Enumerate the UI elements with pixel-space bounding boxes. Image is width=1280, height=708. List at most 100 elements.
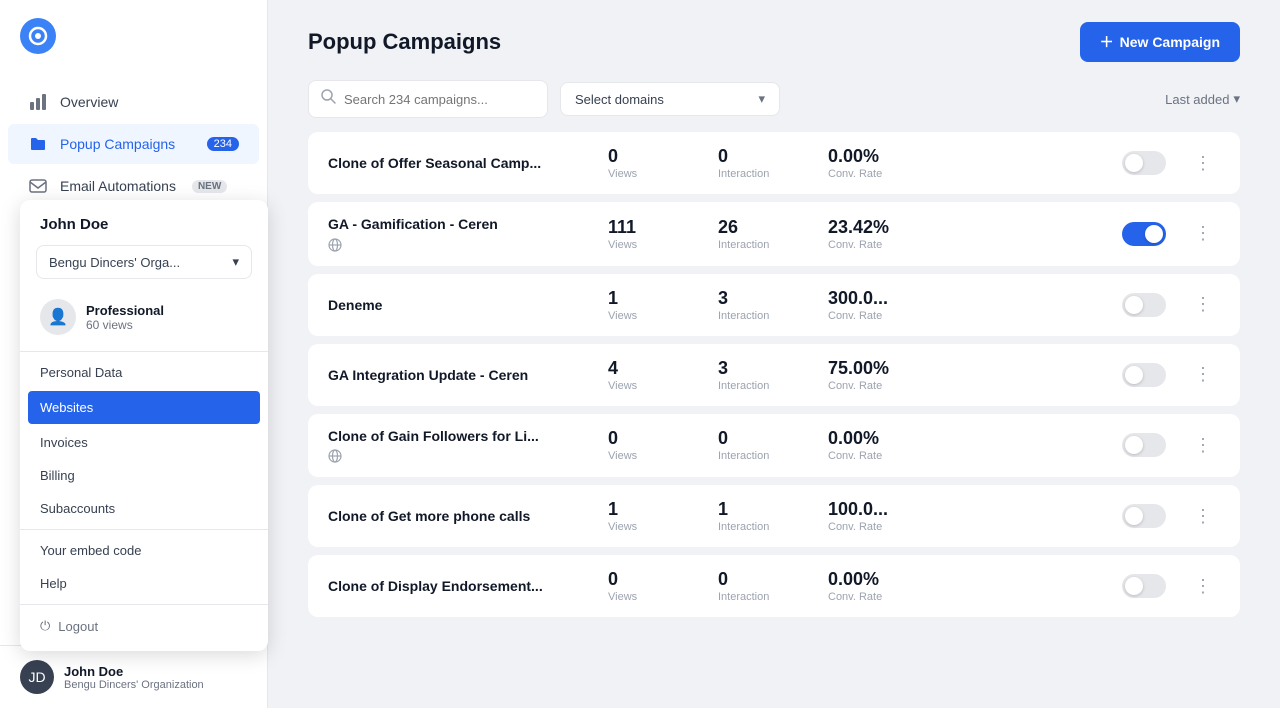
campaign-toggle[interactable] [1122,293,1166,317]
interaction-value: 1 [718,499,808,520]
search-icon [321,89,336,109]
dropdown-item-websites[interactable]: Websites [28,391,260,424]
stat-conv-rate: 75.00% Conv. Rate [828,358,918,392]
conv-rate-label: Conv. Rate [828,310,918,322]
app-logo [20,18,56,54]
stat-views: 0 Views [608,146,698,180]
conv-rate-value: 23.42% [828,217,918,238]
stat-interaction: 1 Interaction [718,499,808,533]
campaign-more-button[interactable]: ⋮ [1186,290,1220,319]
views-value: 1 [608,499,698,520]
dropdown-divider-3 [20,604,268,605]
sidebar-bottom-user[interactable]: JD John Doe Bengu Dincers' Organization [0,645,267,708]
campaign-name: Clone of Offer Seasonal Camp... [328,155,588,171]
dropdown-divider-1 [20,351,268,352]
stat-interaction: 0 Interaction [718,146,808,180]
campaign-name: GA - Gamification - Ceren [328,216,588,232]
views-label: Views [608,239,698,251]
stat-interaction: 3 Interaction [718,288,808,322]
stat-conv-rate: 0.00% Conv. Rate [828,146,918,180]
stat-views: 111 Views [608,217,698,251]
campaign-more-button[interactable]: ⋮ [1186,502,1220,531]
campaign-more-button[interactable]: ⋮ [1186,219,1220,248]
stat-views: 1 Views [608,499,698,533]
campaign-toggle[interactable] [1122,151,1166,175]
sidebar-item-popup-campaigns[interactable]: Popup Campaigns 234 [8,124,259,164]
filters-row: Select domains ▾ Last added ▾ [268,80,1280,132]
dropdown-item-subaccounts[interactable]: Subaccounts [20,492,268,525]
plus-icon: ＋ [1100,32,1114,52]
campaign-info: Clone of Display Endorsement... [328,578,588,594]
campaign-name: GA Integration Update - Ceren [328,367,588,383]
chevron-down-icon: ▾ [758,91,765,107]
popup-campaigns-badge: 234 [207,137,239,151]
stat-conv-rate: 0.00% Conv. Rate [828,569,918,603]
sidebar-nav: Overview Popup Campaigns 234 Email Autom… [0,72,267,216]
interaction-label: Interaction [718,591,808,603]
campaign-more-button[interactable]: ⋮ [1186,360,1220,389]
stat-conv-rate: 300.0... Conv. Rate [828,288,918,322]
toggle-thumb [1125,507,1143,525]
campaign-name: Clone of Display Endorsement... [328,578,588,594]
views-label: Views [608,380,698,392]
campaign-toggle[interactable] [1122,363,1166,387]
folder-icon [28,134,48,154]
conv-rate-value: 100.0... [828,499,918,520]
stat-views: 1 Views [608,288,698,322]
dropdown-item-billing[interactable]: Billing [20,459,268,492]
interaction-label: Interaction [718,168,808,180]
new-campaign-label: New Campaign [1120,34,1220,50]
sort-label-text: Last added [1165,92,1229,107]
plan-views: 60 views [86,318,164,332]
dropdown-divider-2 [20,529,268,530]
page-title: Popup Campaigns [308,29,501,55]
campaign-more-button[interactable]: ⋮ [1186,572,1220,601]
dropdown-item-personal-data[interactable]: Personal Data [20,356,268,389]
new-campaign-button[interactable]: ＋ New Campaign [1080,22,1240,62]
campaign-row: Clone of Gain Followers for Li... 0 View… [308,414,1240,478]
toggle-thumb [1125,296,1143,314]
campaign-toggle[interactable] [1122,574,1166,598]
toggle-thumb [1145,225,1163,243]
sidebar-user-name: John Doe [64,664,204,679]
interaction-value: 0 [718,428,808,449]
dropdown-item-embed-code[interactable]: Your embed code [20,534,268,567]
dropdown-user-name: John Doe [20,216,268,237]
campaign-more-button[interactable]: ⋮ [1186,431,1220,460]
sort-select[interactable]: Last added ▾ [1165,91,1240,107]
campaign-info: GA - Gamification - Ceren [328,216,588,252]
interaction-value: 0 [718,569,808,590]
user-avatar: JD [20,660,54,694]
stat-interaction: 26 Interaction [718,217,808,251]
campaign-row: Clone of Display Endorsement... 0 Views … [308,555,1240,617]
campaign-toggle[interactable] [1122,504,1166,528]
campaign-more-button[interactable]: ⋮ [1186,149,1220,178]
campaign-toggle[interactable] [1122,433,1166,457]
conv-rate-label: Conv. Rate [828,591,918,603]
stat-views: 0 Views [608,569,698,603]
conv-rate-label: Conv. Rate [828,380,918,392]
dropdown-item-help[interactable]: Help [20,567,268,600]
dropdown-plan: 👤 Professional 60 views [20,291,268,347]
campaign-row: GA Integration Update - Ceren 4 Views 3 … [308,344,1240,406]
campaign-toggle[interactable] [1122,222,1166,246]
dropdown-item-invoices[interactable]: Invoices [20,426,268,459]
dropdown-item-logout[interactable]: ⏻ Logout [20,609,268,643]
domain-select[interactable]: Select domains ▾ [560,82,780,116]
sidebar-user-org: Bengu Dincers' Organization [64,679,204,691]
dropdown-org-select[interactable]: Bengu Dincers' Orga... ▾ [36,245,252,279]
stat-conv-rate: 0.00% Conv. Rate [828,428,918,462]
plan-info: Professional 60 views [86,303,164,332]
conv-rate-label: Conv. Rate [828,168,918,180]
views-label: Views [608,521,698,533]
campaign-info: Clone of Gain Followers for Li... [328,428,588,464]
views-label: Views [608,591,698,603]
sidebar-logo [0,0,267,72]
campaign-row: Clone of Get more phone calls 1 Views 1 … [308,485,1240,547]
toggle-thumb [1125,436,1143,454]
search-input[interactable] [344,92,535,107]
search-box[interactable] [308,80,548,118]
sidebar-item-overview[interactable]: Overview [8,82,259,122]
conv-rate-label: Conv. Rate [828,450,918,462]
toggle-thumb [1125,366,1143,384]
